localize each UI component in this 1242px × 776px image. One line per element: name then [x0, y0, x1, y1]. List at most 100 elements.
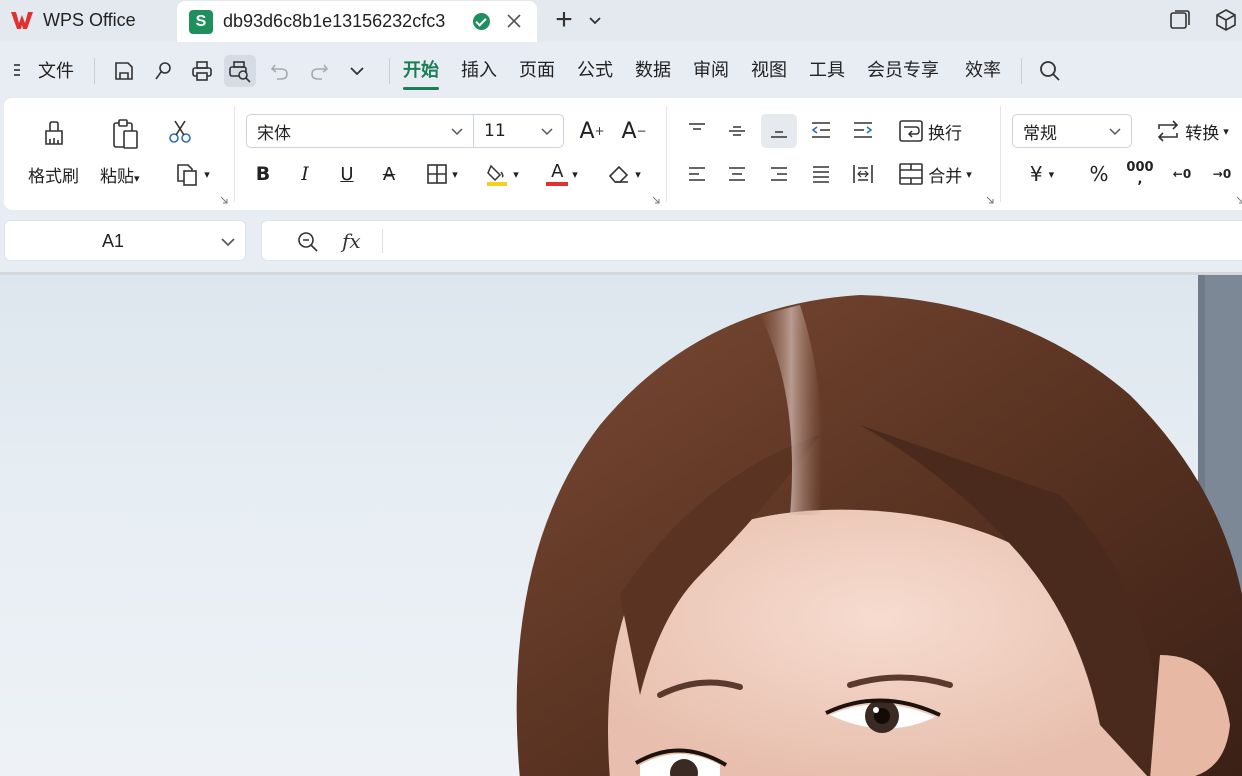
font-size-value: 11: [484, 121, 506, 141]
search-icon: [1040, 61, 1060, 81]
menu-bar: 文件 开始 插入 页面 公式 数据 审阅 视图 工具 会员专享 效率: [0, 42, 1242, 98]
export-button[interactable]: [147, 55, 179, 87]
spreadsheet-icon: S: [189, 9, 213, 34]
decrease-decimal-button[interactable]: →0: [1204, 158, 1240, 190]
tab-tools[interactable]: 工具: [809, 42, 845, 98]
align-bottom-button[interactable]: [761, 114, 797, 148]
bold-button[interactable]: B: [248, 158, 278, 190]
hamburger-icon: [14, 64, 20, 76]
zoom-out-icon[interactable]: [296, 230, 320, 254]
italic-button[interactable]: I: [290, 158, 320, 190]
format-painter-button[interactable]: [36, 116, 72, 152]
distributed-align-button[interactable]: [846, 158, 880, 190]
shrink-font-icon: A: [621, 118, 637, 144]
number-format-select[interactable]: 常规: [1012, 114, 1132, 148]
align-left-button[interactable]: [680, 158, 714, 190]
printer-icon: [192, 61, 212, 81]
tab-view[interactable]: 视图: [751, 42, 787, 98]
font-name-value: 宋体: [257, 123, 291, 144]
file-menu[interactable]: 文件: [12, 42, 74, 98]
indent-icon: [854, 122, 873, 138]
chevron-down-icon: [451, 128, 463, 136]
font-dialog-launcher-icon[interactable]: [652, 196, 660, 204]
format-painter-label: 格式刷: [28, 167, 79, 187]
insert-function-button[interactable]: fx: [342, 229, 361, 253]
outdent-icon: [811, 122, 830, 138]
font-color-icon: A: [551, 160, 564, 182]
borders-button[interactable]: ▾: [418, 158, 466, 190]
paste-label[interactable]: 粘贴▾: [100, 162, 140, 187]
decrease-indent-button[interactable]: [804, 114, 838, 146]
print-preview-icon: [229, 61, 251, 83]
undo-button[interactable]: [264, 55, 296, 87]
percent-button[interactable]: %: [1082, 158, 1116, 190]
tab-formulas[interactable]: 公式: [577, 42, 613, 98]
cut-button[interactable]: [164, 116, 196, 148]
paste-button[interactable]: [107, 116, 143, 152]
print-button[interactable]: [186, 55, 218, 87]
tab-home[interactable]: 开始: [403, 42, 439, 98]
home-tab[interactable]: WPS Office: [0, 0, 171, 40]
group-divider: [666, 106, 667, 202]
underline-button[interactable]: U: [332, 158, 362, 190]
print-preview-button[interactable]: [224, 55, 256, 87]
file-menu-label: 文件: [38, 61, 74, 82]
justify-button[interactable]: [804, 158, 838, 190]
cube-icon[interactable]: [1213, 7, 1239, 33]
grow-font-button[interactable]: A +: [576, 114, 608, 148]
document-tab[interactable]: S db93d6c8b1e13156232cfc3: [177, 1, 537, 42]
quick-access-more-button[interactable]: [341, 55, 373, 87]
redo-button[interactable]: [303, 55, 335, 87]
align-top-button[interactable]: [680, 114, 714, 146]
copy-button[interactable]: ▾: [167, 158, 217, 190]
close-icon[interactable]: [505, 12, 523, 30]
tab-data[interactable]: 数据: [635, 42, 671, 98]
number-dialog-launcher-icon[interactable]: [1236, 196, 1242, 204]
window-restore-icon[interactable]: [1167, 7, 1193, 33]
chevron-down-icon: [1109, 128, 1121, 136]
align-right-icon: [771, 167, 787, 181]
align-center-button[interactable]: [720, 158, 754, 190]
embedded-photo[interactable]: [0, 272, 1242, 776]
align-right-button[interactable]: [762, 158, 796, 190]
wrap-text-button[interactable]: 换行: [892, 114, 968, 148]
search-button[interactable]: [1034, 55, 1066, 87]
shrink-font-button[interactable]: A −: [618, 114, 650, 148]
font-color-button[interactable]: A ▾: [538, 158, 586, 190]
merge-cells-button[interactable]: 合并 ▾: [892, 158, 978, 190]
merge-cells-icon: [899, 163, 924, 185]
tab-efficiency[interactable]: 效率: [965, 42, 1001, 98]
tab-page[interactable]: 页面: [519, 42, 555, 98]
save-button[interactable]: [108, 55, 140, 87]
formula-input[interactable]: [392, 227, 1232, 255]
chevron-down-icon[interactable]: [586, 12, 604, 30]
distributed-icon: [853, 165, 873, 183]
increase-indent-button[interactable]: [846, 114, 880, 146]
wrap-text-icon: [899, 120, 923, 142]
font-name-select[interactable]: 宋体: [246, 114, 474, 148]
alignment-dialog-launcher-icon[interactable]: [986, 196, 994, 204]
convert-icon: [1158, 120, 1179, 142]
undo-icon: [270, 64, 288, 80]
font-size-select[interactable]: 11: [473, 114, 564, 148]
justify-icon: [813, 166, 829, 183]
tab-member[interactable]: 会员专享: [867, 42, 939, 98]
fill-color-button[interactable]: ▾: [478, 158, 526, 190]
strikethrough-button[interactable]: A: [374, 158, 404, 190]
convert-button[interactable]: 转换 ▾: [1144, 114, 1240, 148]
title-bar: WPS Office S db93d6c8b1e13156232cfc3 +: [0, 0, 1242, 42]
tab-insert[interactable]: 插入: [461, 42, 497, 98]
thousands-separator-button[interactable]: 000,: [1122, 158, 1158, 190]
grow-font-icon: A: [579, 118, 595, 144]
chevron-down-icon[interactable]: [219, 233, 237, 251]
name-box[interactable]: A1: [4, 220, 246, 261]
align-middle-button[interactable]: [720, 114, 754, 146]
new-tab-button[interactable]: +: [550, 5, 578, 35]
scissors-icon: [169, 120, 191, 143]
tab-review[interactable]: 审阅: [693, 42, 729, 98]
clear-format-button[interactable]: ▾: [600, 158, 648, 190]
eraser-icon: [609, 165, 629, 183]
currency-button[interactable]: ¥ ▾: [1018, 158, 1066, 190]
clipboard-dialog-launcher-icon[interactable]: [220, 196, 228, 204]
increase-decimal-button[interactable]: ←0: [1164, 158, 1200, 190]
